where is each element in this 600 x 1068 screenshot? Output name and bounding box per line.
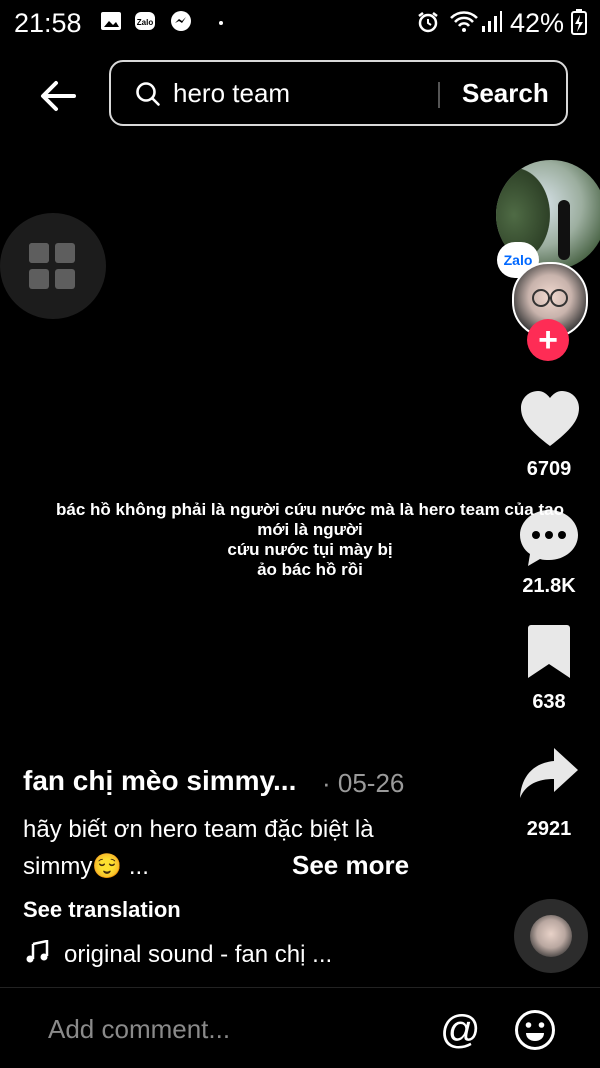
search-input[interactable]: hero team bbox=[173, 78, 290, 109]
sound-name[interactable]: original sound - fan chị ... bbox=[64, 941, 332, 969]
caption-line: hãy biết ơn hero team đặc biệt là bbox=[23, 816, 374, 843]
sound-disc[interactable] bbox=[514, 899, 588, 973]
mention-button[interactable]: @ bbox=[440, 1008, 481, 1053]
status-bar: 21:58 Zalo 42% bbox=[0, 0, 600, 46]
bookmark-count: 638 bbox=[532, 691, 566, 713]
battery-charging-icon bbox=[571, 9, 587, 35]
video-overlay-text: bác hồ không phải là người cứu nước mà l… bbox=[40, 500, 580, 580]
see-more-link[interactable]: See more bbox=[292, 850, 409, 881]
zalo-icon: Zalo bbox=[135, 12, 155, 30]
messenger-icon bbox=[171, 11, 191, 31]
alarm-icon bbox=[418, 12, 438, 33]
battery-percent: 42% bbox=[510, 8, 565, 38]
see-translation-link[interactable]: See translation bbox=[23, 897, 181, 923]
comment-bar: Add comment... @ bbox=[0, 987, 600, 1068]
image-icon bbox=[101, 12, 121, 30]
emoji-icon[interactable] bbox=[514, 1009, 556, 1051]
post-date: · 05-26 bbox=[322, 768, 405, 798]
search-icon bbox=[136, 82, 160, 106]
status-time: 21:58 bbox=[14, 8, 82, 38]
overlay-line: mới là người bbox=[257, 520, 363, 539]
share-icon[interactable] bbox=[518, 746, 580, 800]
wifi-icon bbox=[450, 11, 478, 32]
back-arrow-icon[interactable] bbox=[38, 76, 78, 116]
search-divider bbox=[438, 82, 440, 108]
like-count: 6709 bbox=[526, 458, 572, 480]
caption-line: simmy😌 ... bbox=[23, 853, 149, 880]
heart-icon[interactable] bbox=[519, 390, 581, 448]
search-button[interactable]: Search bbox=[462, 78, 549, 109]
comment-input[interactable]: Add comment... bbox=[48, 1014, 230, 1045]
follow-button[interactable]: + bbox=[527, 319, 569, 361]
overlay-line: cứu nước tụi mày bị bbox=[227, 540, 393, 559]
grid-squares-icon bbox=[29, 243, 77, 291]
signal-icon bbox=[482, 11, 502, 32]
search-bar[interactable]: hero team Search bbox=[109, 60, 568, 126]
sound-disc-avatar bbox=[530, 915, 572, 957]
overlay-line: bác hồ không phải là người cứu nước mà l… bbox=[56, 500, 564, 519]
dot-icon bbox=[219, 21, 223, 25]
svg-text:Zalo: Zalo bbox=[137, 18, 154, 27]
bookmark-icon[interactable] bbox=[526, 624, 572, 680]
share-count: 2921 bbox=[526, 818, 572, 840]
music-note-icon bbox=[26, 940, 49, 963]
author-name[interactable]: fan chị mèo simmy... bbox=[23, 765, 296, 797]
overlay-line: ảo bác hồ rồi bbox=[257, 560, 363, 579]
